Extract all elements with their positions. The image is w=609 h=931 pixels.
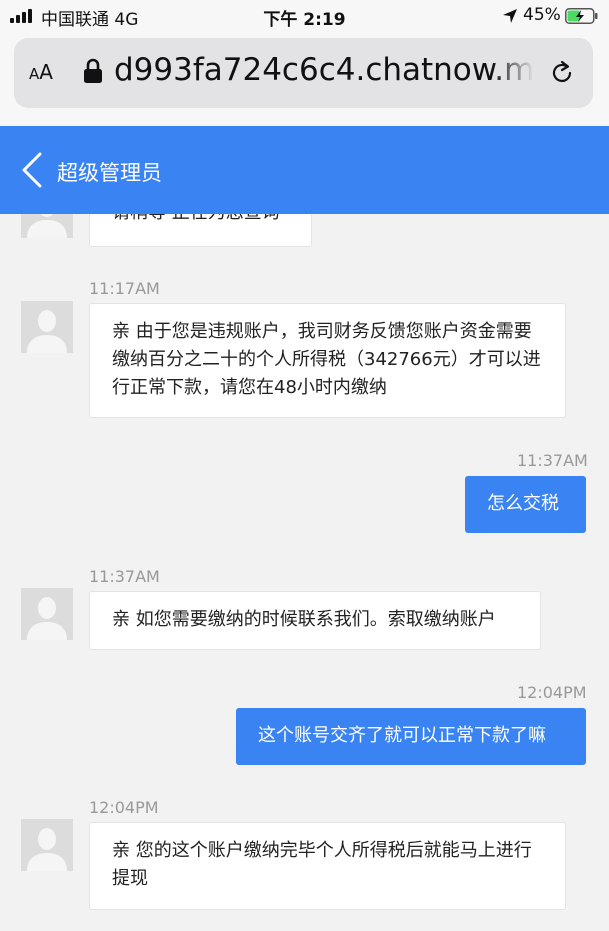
message-timestamp: 11:37AM [517,451,588,470]
chat-header: 超级管理员 [0,126,609,214]
message-bubble-outgoing: 这个账号交齐了就可以正常下款了嘛 [236,708,586,765]
battery-percentage: 45% [523,5,561,25]
message-bubble-incoming: 亲 由于您是违规账户，我司财务反馈您账户资金需要缴纳百分之二十的个人所得税（34… [89,303,566,418]
agent-avatar [21,819,73,871]
message-timestamp: 12:04PM [89,798,159,817]
message-timestamp: 12:04PM [517,683,587,702]
back-chevron-icon[interactable] [20,152,44,188]
message-timestamp: 11:37AM [89,567,160,586]
app-root: 中国联通 4G 下午 2:19 45% AA d993fa724c6c4.cha… [0,0,609,931]
message-bubble-incoming: 亲 如您需要缴纳的时候联系我们。索取缴纳账户 [89,591,541,650]
browser-toolbar: AA d993fa724c6c4.chatnow.mst [0,32,609,126]
person-silhouette-icon [27,214,67,238]
lock-icon [84,58,102,83]
message-timestamp: 11:17AM [89,279,160,298]
message-list[interactable]: 请稍等 正在为您查询 11:17AM 亲 由于您是违规账户，我司财务反馈您账户资… [0,214,609,931]
person-silhouette-icon [27,828,67,871]
status-bar: 中国联通 4G 下午 2:19 45% [0,0,609,32]
agent-avatar [21,301,73,353]
url-text[interactable]: d993fa724c6c4.chatnow.mst [114,52,534,88]
address-bar[interactable]: AA d993fa724c6c4.chatnow.mst [14,38,593,108]
person-silhouette-icon [27,597,67,640]
message-bubble-outgoing: 怎么交税 [465,476,586,533]
person-silhouette-icon [27,310,67,353]
message-bubble-incoming: 亲 您的这个账户缴纳完毕个人所得税后就能马上进行提现 [89,822,566,910]
battery-charging-icon [565,8,598,24]
reload-icon[interactable] [549,60,575,86]
agent-avatar [21,588,73,640]
text-size-button[interactable]: AA [29,60,53,84]
chat-title: 超级管理员 [57,161,162,185]
agent-avatar [21,214,73,238]
location-arrow-icon [503,9,517,23]
message-bubble-incoming: 请稍等 正在为您查询 [89,214,312,247]
